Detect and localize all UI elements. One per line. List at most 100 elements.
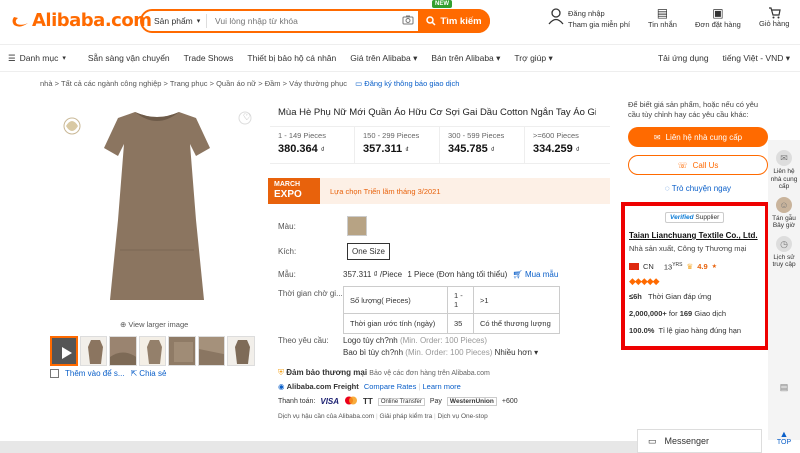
thumbnail-strip (50, 336, 256, 366)
add-to-compare-link[interactable]: Thêm vào để s... (65, 369, 125, 378)
message-icon: ▤ (656, 6, 669, 20)
share-link[interactable]: Chia sẻ (139, 369, 166, 378)
language-currency-select[interactable]: tiếng Việt - VND ▾ (723, 53, 790, 64)
thumbnail-image[interactable] (138, 336, 167, 366)
search-input[interactable] (207, 12, 398, 30)
messages-button[interactable]: ▤ Tin nhắn (648, 6, 677, 30)
thumbnail-image[interactable] (168, 336, 196, 366)
march-expo-banner[interactable]: MARCH EXPO Lựa chọn Triển lãm tháng 3/20… (268, 178, 610, 204)
menu-icon: ☰ (8, 52, 16, 63)
one-stop-link[interactable]: Dịch vụ One-stop (438, 413, 488, 420)
thumbnail-image[interactable] (109, 336, 137, 366)
subscribe-deals-link[interactable]: ▭ Đăng ký thông báo giao dịch (355, 79, 459, 88)
chevron-down-icon: ▾ (62, 55, 66, 62)
avatar: ☺ (776, 196, 792, 213)
march-expo-badge: MARCH EXPO (268, 178, 320, 204)
custom-logo: Logo tùy ch?nh (Min. Order: 100 Pieces) (343, 336, 488, 345)
thumbnail-image[interactable] (197, 336, 226, 366)
sidebar-history[interactable]: ◷ Lịch sử truy cập (768, 235, 800, 269)
online-transfer-icon: Online Transfer (377, 397, 425, 406)
size-option[interactable]: One Size (347, 243, 390, 260)
messenger-icon: ▭ (648, 435, 657, 446)
service-links: Dịch vụ hậu cần của Alibaba.com | Giải p… (278, 413, 488, 420)
more-options-link[interactable]: Nhiều hơn ▾ (495, 348, 539, 357)
compare-rates-link[interactable]: Compare Rates (364, 382, 417, 391)
color-swatch[interactable] (347, 216, 367, 236)
breadcrumb-home[interactable]: nhà (40, 79, 53, 88)
sample-info: 357.311 ₫ /Piece 1 Piece (Đơn hàng tối t… (343, 270, 559, 279)
favorite-heart-icon[interactable]: ♡ (243, 112, 251, 123)
supplier-meta: CN 13YRS ♛ 4.9 ★ (629, 262, 717, 272)
product-title: Mùa Hè Phụ Nữ Mới Quần Áo Hữu Cơ Sợi Gai… (278, 107, 596, 118)
sidebar-contact-supplier[interactable]: ✉ Liên hệ nhà cung cấp (768, 150, 800, 191)
learn-more-link[interactable]: Learn more (423, 382, 461, 391)
nav-ppe[interactable]: Thiết bị bảo hộ cá nhân (247, 53, 336, 63)
breadcrumb-womens-clothing[interactable]: Quần áo nữ (216, 79, 256, 88)
table-row: Số lượng( Pieces) 1 - 1 >1 (343, 286, 560, 314)
view-larger-image-link[interactable]: ⊕ View larger image (120, 320, 188, 329)
search-button[interactable]: NEW Tìm kiếm (418, 0, 490, 33)
orders-button[interactable]: ▣ Đơn đặt hàng (695, 6, 741, 30)
thumbnail-image[interactable] (79, 336, 108, 366)
breadcrumb: nhà > Tất cả các ngành công nghiệp > Tra… (40, 79, 460, 88)
nav-help[interactable]: Trợ giúp ▾ (514, 53, 552, 64)
cart-icon (768, 7, 781, 19)
signin-link[interactable]: Đăng nhập (568, 9, 630, 18)
price-tier: 150 - 299 Pieces 357.311 ₫ (355, 127, 440, 163)
contact-supplier-button[interactable]: ✉ Liên hệ nhà cung cấp (628, 127, 768, 147)
phone-icon: ☏ (677, 160, 688, 170)
western-union-icon: WesternUnion (446, 397, 497, 406)
back-to-top-button[interactable]: ▲ TOP (768, 429, 800, 453)
header: Alibaba.com Sản phẩm ▾ NEW Tìm kiếm Đăng… (0, 0, 800, 42)
trade-assurance[interactable]: ⛨ Đảm bảo thương mại Bảo vệ các đơn hàng… (278, 368, 490, 378)
inspection-link[interactable]: Giải pháp kiểm tra (379, 413, 432, 420)
thumbnail-video[interactable] (50, 336, 78, 366)
product-main-image[interactable]: ♡ (50, 100, 265, 315)
cart-button[interactable]: Giỏ hàng (759, 7, 789, 28)
customization-label: Theo yêu cầu: (278, 336, 329, 345)
sidebar-feedback[interactable]: ▤ (768, 379, 800, 395)
supplier-name-link[interactable]: Taian Lianchuang Textile Co., Ltd. (629, 231, 758, 240)
price-tier: 1 - 149 Pieces 380.364 ₫ (270, 127, 355, 163)
breadcrumb-apparel[interactable]: Trang phục (170, 79, 208, 88)
buy-sample-link[interactable]: 🛒︎ Mua mẫu (513, 270, 559, 279)
compare-checkbox[interactable] (50, 369, 59, 378)
nav-trade-shows[interactable]: Trade Shows (184, 53, 234, 63)
breadcrumb-dresses[interactable]: Đầm (265, 79, 281, 88)
search-category-select[interactable]: Sản phẩm ▾ (142, 14, 207, 28)
more-payments[interactable]: +600 (502, 398, 518, 405)
verified-supplier-badge[interactable]: Verified Supplier (665, 212, 725, 223)
top-nav: ☰ Danh mục ▾ Sẵn sàng vận chuyển Trade S… (0, 44, 800, 72)
price-tier: 300 - 599 Pieces 345.785 ₫ (440, 127, 525, 163)
size-label: Kích: (278, 247, 297, 256)
right-floating-sidebar: ✉ Liên hệ nhà cung cấp ☺ Tán gẫu Bây giờ… (768, 140, 800, 440)
payment-methods: Thanh toán: VISA TT Online Transfer Pay … (278, 396, 518, 406)
join-free-link[interactable]: Tham gia miễn phí (568, 20, 630, 29)
call-us-button[interactable]: ☏ Call Us (628, 155, 768, 175)
lead-time-label: Thời gian chờ gi... (278, 289, 343, 298)
china-flag-icon (629, 263, 639, 271)
camera-icon[interactable] (398, 15, 418, 28)
sidebar-chat-now[interactable]: ☺ Tán gẫu Bây giờ (768, 196, 800, 230)
categories-menu[interactable]: ☰ Danh mục ▾ (8, 53, 66, 64)
lead-time-table: Số lượng( Pieces) 1 - 1 >1 Thời gian ước… (343, 286, 560, 334)
signin-area[interactable]: Đăng nhập Tham gia miễn phí (548, 7, 630, 29)
custom-packaging: Bao bì tùy ch?nh (Min. Order: 100 Pieces… (343, 348, 539, 357)
price-tier: >=600 Pieces 334.259 ₫ (533, 131, 580, 155)
order-icon: ▣ (712, 6, 724, 20)
breadcrumb-all-industries[interactable]: Tất cả các ngành công nghiệp (61, 79, 162, 88)
alibaba-logo[interactable]: Alibaba.com (10, 10, 152, 31)
nav-ready-to-ship[interactable]: Sẵn sàng vận chuyển (88, 53, 170, 63)
visa-icon: VISA (320, 397, 340, 406)
nav-price-on-alibaba[interactable]: Giá trên Alibaba ▾ (350, 53, 417, 64)
nav-get-app[interactable]: Tải ứng dụng (658, 53, 709, 63)
user-icon (548, 8, 564, 25)
history-icon: ◷ (776, 235, 792, 252)
logistics-link[interactable]: Dịch vụ hậu cần của Alibaba.com (278, 413, 374, 420)
breadcrumb-casual-dresses[interactable]: Váy thường phục (289, 79, 347, 88)
nav-sell-on-alibaba[interactable]: Bán trên Alibaba ▾ (431, 53, 500, 64)
chat-now-link[interactable]: ◌ Trò chuyện ngay (628, 184, 768, 193)
thumbnail-image[interactable] (227, 336, 256, 366)
messenger-button[interactable]: ▭ Messenger (637, 429, 762, 453)
new-badge: NEW (432, 0, 452, 8)
